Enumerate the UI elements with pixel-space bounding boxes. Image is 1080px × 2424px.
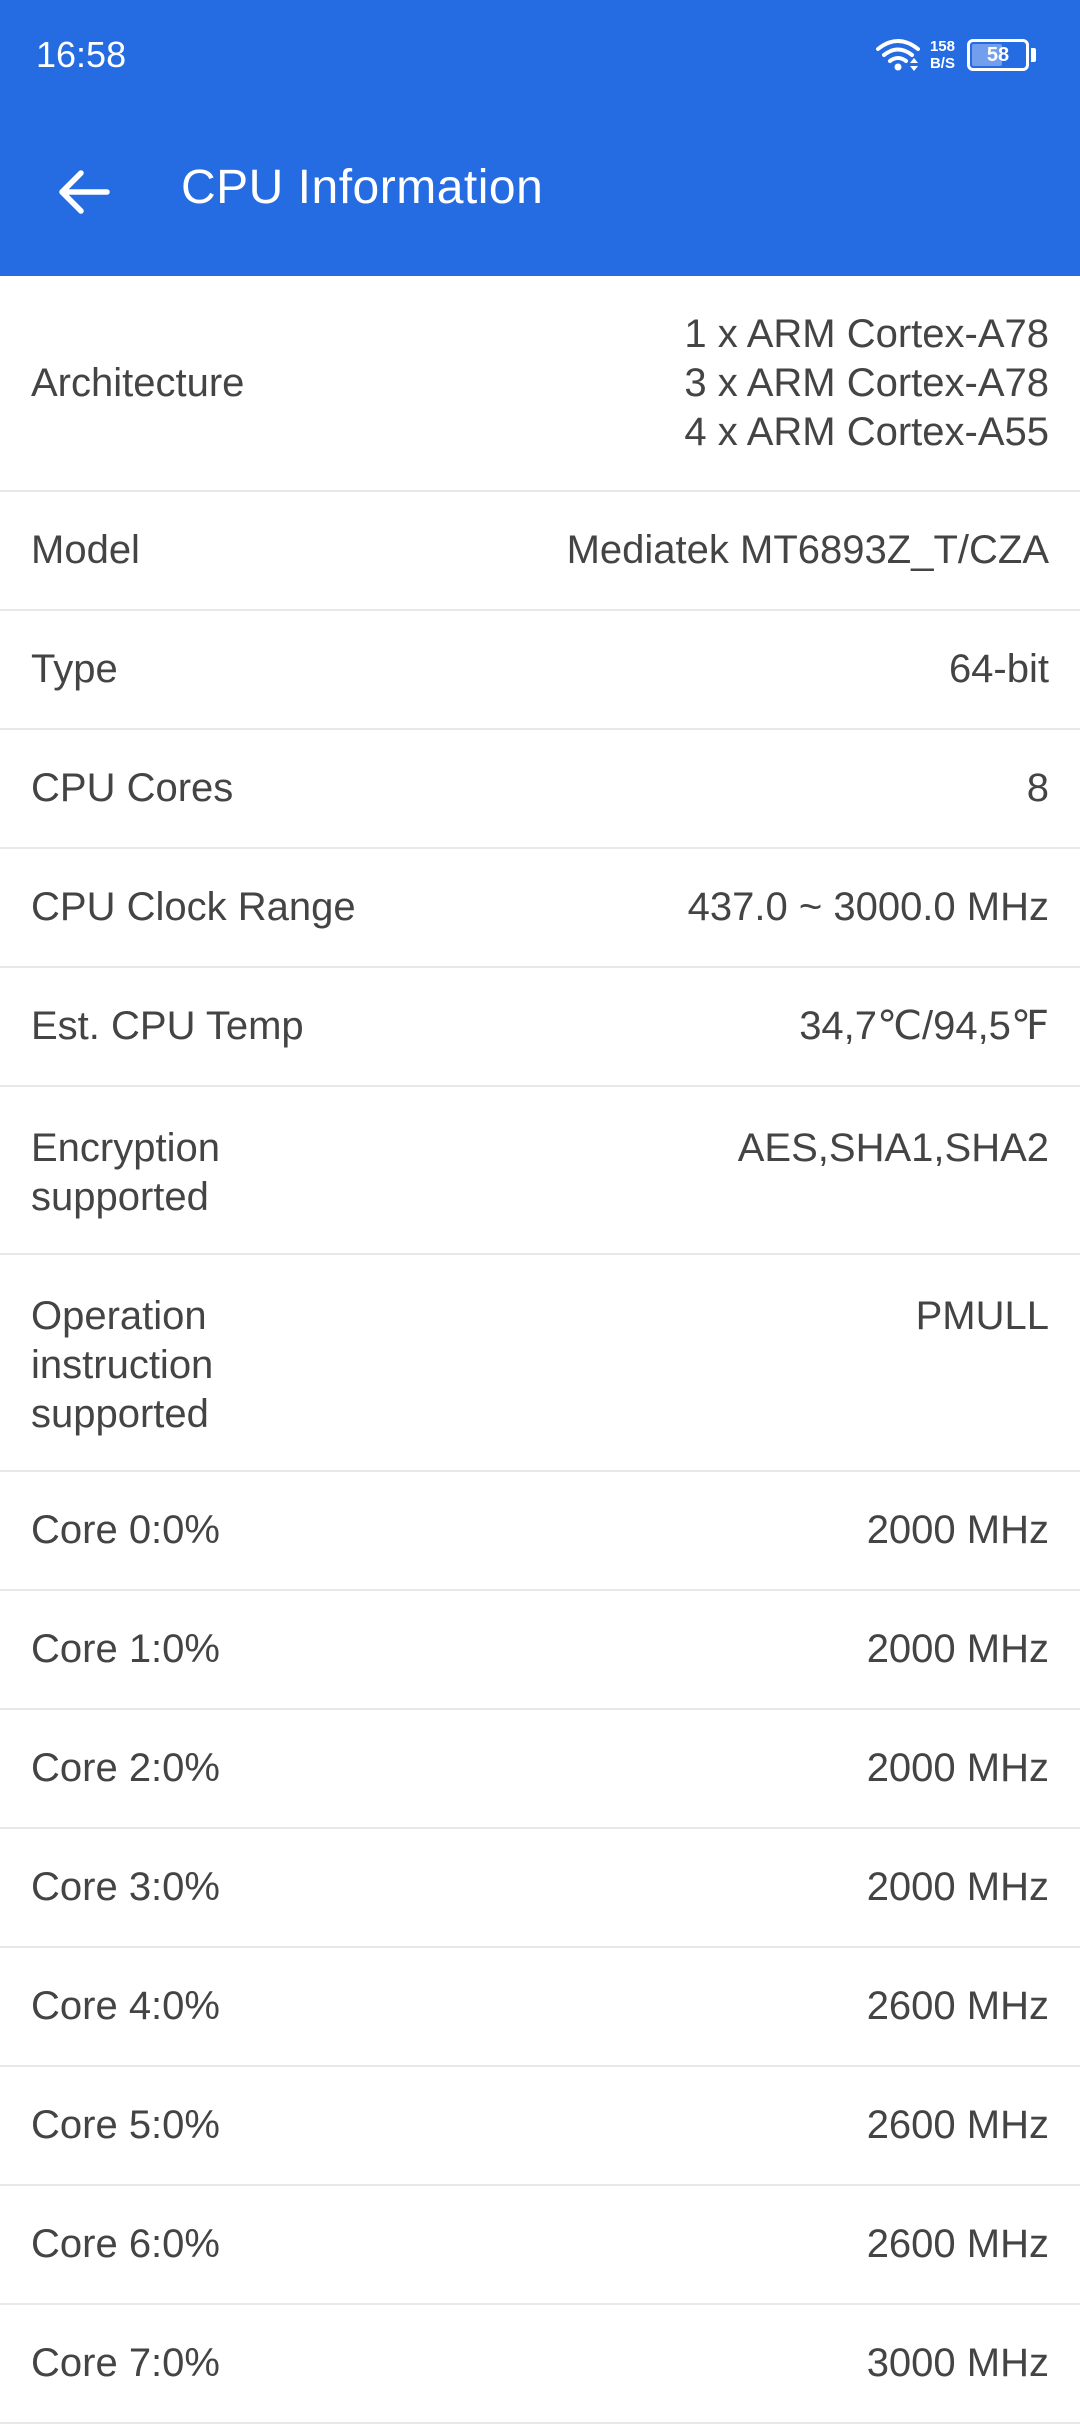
row-value: 1 x ARM Cortex-A78 3 x ARM Cortex-A78 4 … [684, 311, 1049, 454]
row-value: 64-bit [948, 647, 1049, 691]
row-core-5: Core 5:0% 2600 MHz [0, 2067, 1080, 2186]
row-cpu-temp: Est. CPU Temp 34,7℃/94,5℉ [0, 968, 1080, 1087]
row-label: Core 1:0% [31, 1627, 220, 1671]
row-value: 3000 MHz [866, 2341, 1049, 2385]
row-value: 8 [1026, 766, 1049, 810]
row-value: 2000 MHz [866, 1627, 1049, 1671]
row-value: 2000 MHz [866, 1746, 1049, 1790]
row-label: Core 3:0% [31, 1865, 220, 1909]
back-button[interactable] [40, 148, 128, 236]
row-value: 34,7℃/94,5℉ [799, 1004, 1049, 1048]
app-header: 16:58 158 B/S 58 CPU Information [0, 0, 1080, 276]
row-label: Core 0:0% [31, 1508, 220, 1552]
row-type: Type 64-bit [0, 611, 1080, 730]
row-label: CPU Clock Range [31, 885, 356, 929]
row-label: Architecture [31, 360, 245, 405]
row-core-3: Core 3:0% 2000 MHz [0, 1829, 1080, 1948]
row-architecture: Architecture 1 x ARM Cortex-A78 3 x ARM … [0, 276, 1080, 492]
row-label: Est. CPU Temp [31, 1004, 304, 1048]
row-clock-range: CPU Clock Range 437.0 ~ 3000.0 MHz [0, 849, 1080, 968]
row-value: 437.0 ~ 3000.0 MHz [687, 885, 1049, 929]
battery-level: 58 [986, 43, 1010, 66]
status-icons: 158 B/S 58 [875, 32, 1036, 78]
row-value: 2600 MHz [866, 2222, 1049, 2266]
row-model: Model Mediatek MT6893Z_T/CZA [0, 492, 1080, 611]
row-core-6: Core 6:0% 2600 MHz [0, 2186, 1080, 2305]
row-label: Type [31, 647, 118, 691]
row-label: Core 6:0% [31, 2222, 220, 2266]
battery-tip [1031, 48, 1036, 62]
row-encryption: Encryption supported AES,SHA1,SHA2 [0, 1087, 1080, 1255]
cpu-info-list: Architecture 1 x ARM Cortex-A78 3 x ARM … [0, 276, 1080, 2424]
row-value: PMULL [915, 1294, 1049, 1338]
row-core-7: Core 7:0% 3000 MHz [0, 2305, 1080, 2424]
row-label: Model [31, 528, 140, 572]
row-value: 2600 MHz [866, 1984, 1049, 2028]
row-core-1: Core 1:0% 2000 MHz [0, 1591, 1080, 1710]
network-speed-value: 158 [929, 38, 955, 55]
row-core-0: Core 0:0% 2000 MHz [0, 1472, 1080, 1591]
row-operation-instruction: Operation instruction supported PMULL [0, 1255, 1080, 1472]
page-title: CPU Information [181, 161, 544, 214]
row-cpu-cores: CPU Cores 8 [0, 730, 1080, 849]
network-speed-unit: B/S [929, 55, 955, 72]
row-label: Core 7:0% [31, 2341, 220, 2385]
row-label: Core 4:0% [31, 1984, 220, 2028]
row-value: 2000 MHz [866, 1508, 1049, 1552]
row-label: Encryption supported [31, 1126, 220, 1219]
row-value: 2000 MHz [866, 1865, 1049, 1909]
row-value: Mediatek MT6893Z_T/CZA [566, 528, 1049, 572]
row-label: Core 5:0% [31, 2103, 220, 2147]
status-time: 16:58 [36, 34, 127, 75]
row-label: CPU Cores [31, 766, 234, 810]
battery-icon: 58 [967, 39, 1029, 71]
row-core-4: Core 4:0% 2600 MHz [0, 1948, 1080, 2067]
arrow-left-icon [59, 170, 110, 214]
row-value: 2600 MHz [866, 2103, 1049, 2147]
network-speed: 158 B/S [930, 38, 955, 72]
row-label: Core 2:0% [31, 1746, 220, 1790]
wifi-icon [875, 39, 920, 71]
row-label: Operation instruction supported [31, 1294, 214, 1436]
row-value: AES,SHA1,SHA2 [737, 1126, 1049, 1170]
row-core-2: Core 2:0% 2000 MHz [0, 1710, 1080, 1829]
